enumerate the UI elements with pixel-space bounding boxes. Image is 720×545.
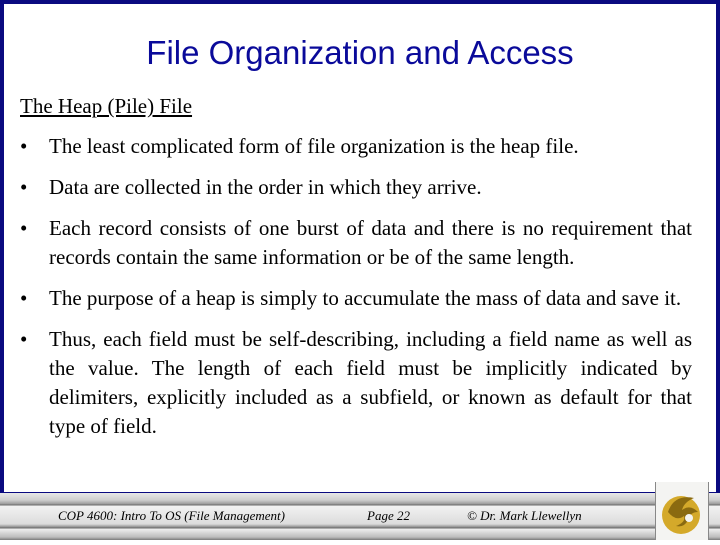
bullet-text: Thus, each field must be self-describing…	[49, 327, 692, 438]
bullet-icon: •	[20, 216, 28, 240]
section-heading: The Heap (Pile) File	[20, 94, 193, 118]
slide-title: File Organization and Access	[146, 34, 574, 71]
slide-content: File Organization and Access The Heap (P…	[4, 4, 716, 492]
bullet-item: • The purpose of a heap is simply to accu…	[20, 284, 692, 313]
slide: File Organization and Access The Heap (P…	[0, 0, 720, 540]
footer-course: COP 4600: Intro To OS (File Management)	[58, 508, 285, 523]
bullet-list: • The least complicated form of file orga…	[20, 132, 692, 453]
bullet-text: Each record consists of one burst of dat…	[49, 216, 692, 269]
footer-page-number: Page 22	[367, 508, 410, 523]
bullet-text: The purpose of a heap is simply to accum…	[49, 286, 682, 310]
pegasus-logo-icon	[655, 482, 709, 540]
bullet-icon: •	[20, 175, 28, 199]
footer-copyright: © Dr. Mark Llewellyn	[467, 508, 582, 523]
pegasus-logo-graphic	[662, 496, 700, 534]
bullet-item: • Data are collected in the order in whic…	[20, 173, 692, 202]
bullet-item: • Thus, each field must be self-describin…	[20, 325, 692, 441]
bullet-icon: •	[20, 134, 28, 158]
bullet-text: The least complicated form of file organ…	[49, 134, 579, 158]
bullet-text: Data are collected in the order in which…	[49, 175, 482, 199]
bullet-item: • Each record consists of one burst of da…	[20, 214, 692, 272]
bullet-item: • The least complicated form of file orga…	[20, 132, 692, 161]
bullet-icon: •	[20, 286, 28, 310]
bullet-icon: •	[20, 327, 28, 351]
